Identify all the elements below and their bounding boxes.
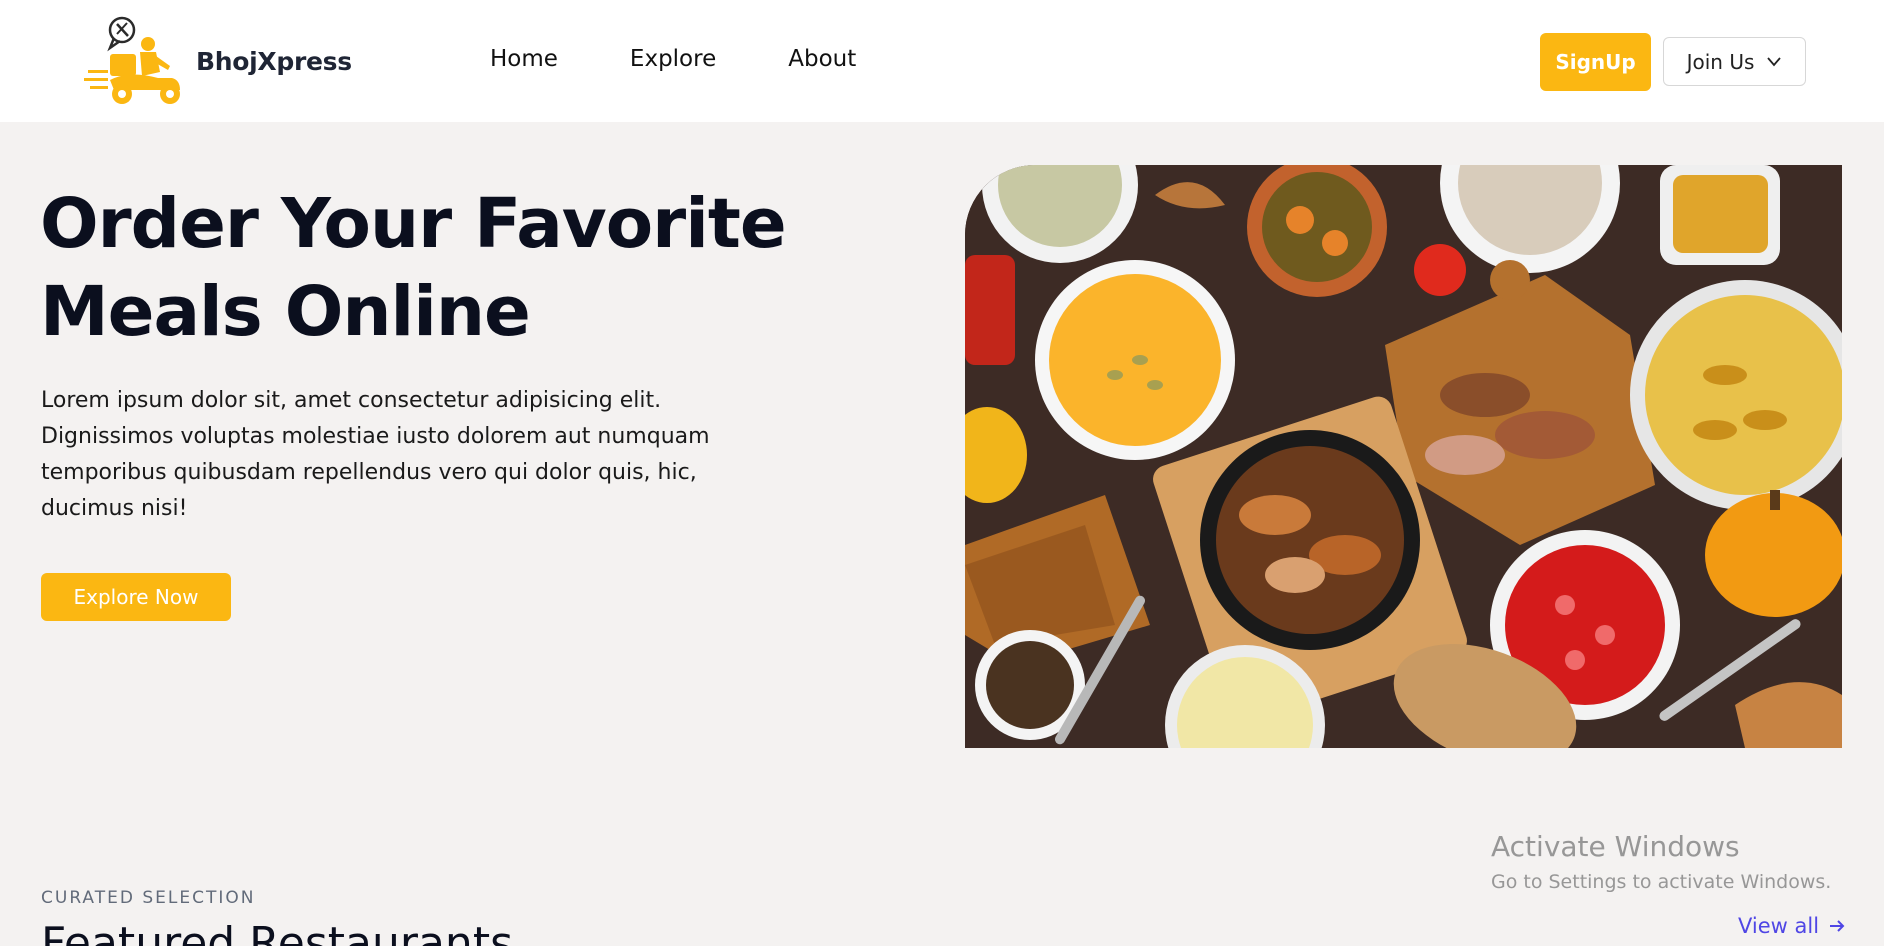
hero-description: Lorem ipsum dolor sit, amet consectetur … [41, 388, 710, 521]
nav-explore[interactable]: Explore [630, 46, 716, 72]
section-eyebrow: CURATED SELECTION [41, 888, 256, 908]
chevron-down-icon [1767, 56, 1782, 66]
nav-home[interactable]: Home [490, 46, 558, 72]
explore-now-button[interactable]: Explore Now [41, 573, 231, 621]
join-us-label: Join Us [1686, 49, 1755, 74]
hero-food-image [965, 165, 1842, 748]
delivery-scooter-icon [84, 16, 180, 104]
main-nav: Home Explore About [490, 46, 856, 72]
view-all-link[interactable]: View all [1738, 914, 1847, 938]
top-navbar: BhojXpress Home Explore About SignUp Joi… [0, 0, 1884, 122]
arrow-right-icon [1830, 920, 1845, 932]
windows-activation-watermark: Activate Windows Go to Settings to activ… [1491, 830, 1831, 893]
hero-title-line-2: Meals Online [40, 272, 531, 352]
brand-name: BhojXpress [196, 46, 352, 76]
join-us-dropdown[interactable]: Join Us [1663, 37, 1806, 86]
signup-button[interactable]: SignUp [1540, 33, 1651, 91]
section-title: Featured Restaurants [41, 918, 513, 946]
watermark-title: Activate Windows [1491, 830, 1740, 863]
hero-title-line-1: Order Your Favorite [40, 184, 787, 264]
brand-logo[interactable]: BhojXpress [84, 14, 352, 108]
food-spread-illustration [965, 165, 1842, 748]
view-all-label: View all [1738, 914, 1820, 938]
nav-about[interactable]: About [788, 46, 856, 72]
hero-title: Order Your Favorite Meals Online [40, 180, 800, 356]
watermark-subtitle: Go to Settings to activate Windows. [1491, 871, 1832, 893]
